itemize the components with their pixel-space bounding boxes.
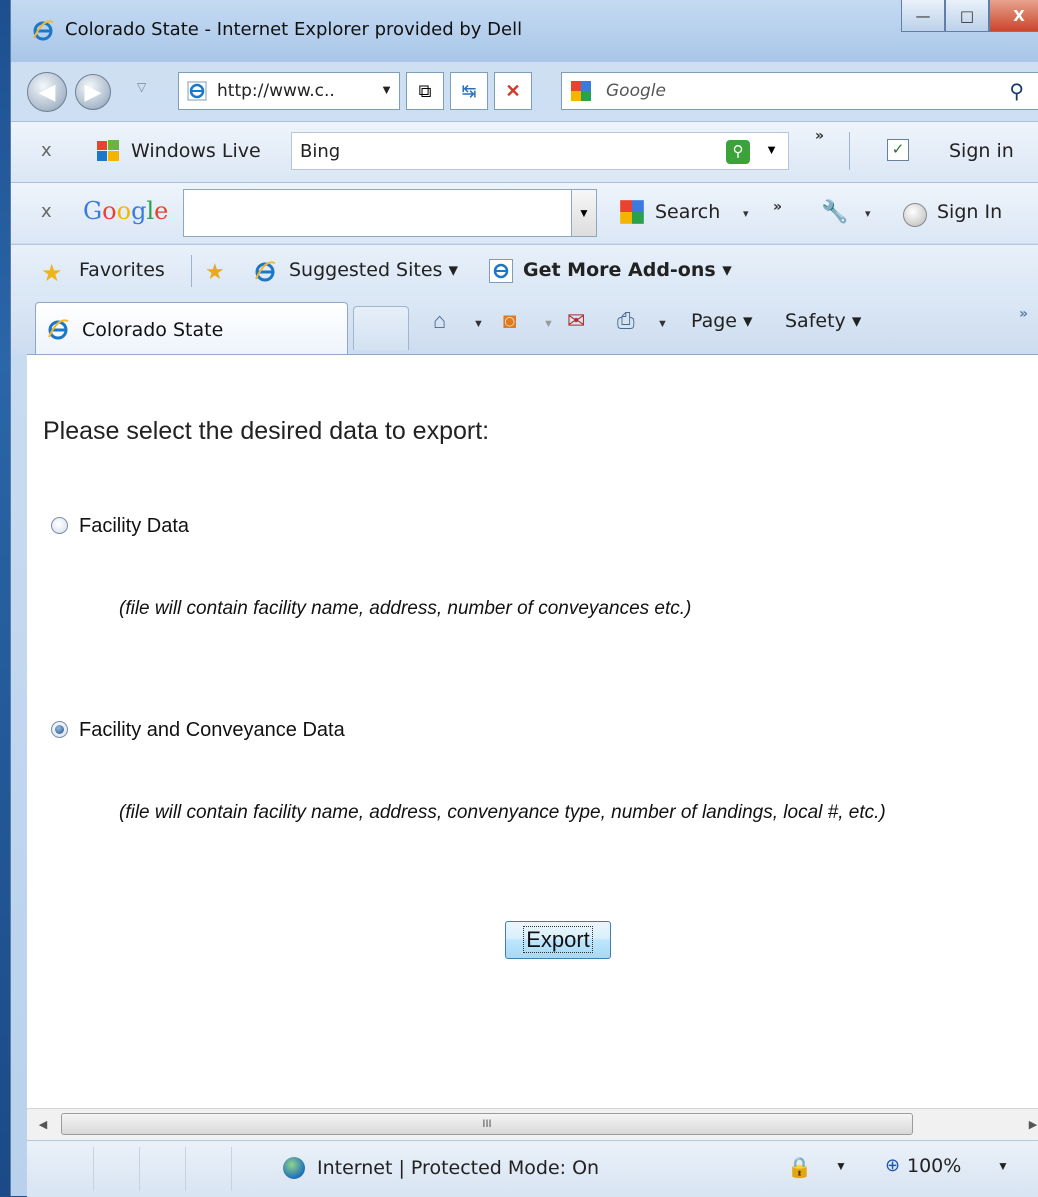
stop-icon[interactable]: ✕ — [494, 72, 532, 110]
protected-mode-icon[interactable]: 🔒 — [787, 1155, 812, 1180]
address-url[interactable]: http://www.c.. — [217, 81, 335, 101]
status-cell — [27, 1147, 94, 1191]
ie-window: Colorado State - Internet Explorer provi… — [10, 0, 1038, 1197]
page-icon — [187, 81, 207, 101]
refresh-icon[interactable]: ↹ — [450, 72, 488, 110]
toolbar-close-button[interactable]: x — [41, 140, 52, 161]
toolbar-separator — [849, 132, 850, 170]
command-overflow-icon[interactable]: » — [1019, 306, 1028, 322]
facility-conveyance-label[interactable]: Facility and Conveyance Data — [79, 719, 345, 742]
bing-search-value[interactable]: Bing — [300, 141, 340, 162]
search-placeholder: Google — [606, 81, 666, 101]
address-dropdown-icon[interactable]: ▼ — [380, 82, 393, 97]
minimize-button[interactable]: — — [901, 0, 945, 32]
google-toolbar-close-button[interactable]: x — [41, 201, 52, 222]
google-search-button[interactable]: Search — [655, 201, 720, 223]
print-dropdown-icon[interactable]: ▼ — [657, 318, 668, 330]
windows-live-sign-in[interactable]: Sign in — [949, 140, 1014, 162]
horizontal-scrollbar[interactable]: ◀ III ▶ — [27, 1108, 1038, 1141]
google-sign-in[interactable]: Sign In — [937, 201, 1002, 223]
tab-bar: Colorado State ⌂ ▼ ◙ ▼ ✉ ⎙ ▼ Page ▾ Safe… — [11, 296, 1038, 354]
status-bar: Internet | Protected Mode: On 🔒 ▼ ⊕ 100%… — [27, 1140, 1038, 1197]
export-button[interactable]: Export — [505, 921, 611, 959]
tab-label: Colorado State — [82, 319, 224, 341]
suggested-sites-link[interactable]: Suggested Sites ▾ — [289, 259, 458, 281]
page-menu[interactable]: Page ▾ — [691, 310, 753, 332]
title-bar: Colorado State - Internet Explorer provi… — [11, 0, 1038, 62]
get-more-addons-link[interactable]: Get More Add-ons ▾ — [523, 259, 732, 281]
google-logo: Google — [83, 197, 169, 225]
zoom-icon[interactable]: ⊕ — [885, 1155, 900, 1176]
favorites-separator — [191, 255, 192, 287]
google-search-icon — [620, 200, 644, 224]
address-bar[interactable]: http://www.c.. ▼ — [178, 72, 400, 110]
favorites-button[interactable]: Favorites — [79, 259, 165, 281]
bing-search-field[interactable]: Bing ⚲ ▼ — [291, 132, 789, 170]
windows-live-logo-icon — [97, 140, 119, 161]
addons-page-icon — [489, 259, 513, 283]
window-title: Colorado State - Internet Explorer provi… — [65, 19, 523, 40]
page-prompt: Please select the desired data to export… — [43, 417, 490, 445]
search-icon[interactable]: ⚲ — [1009, 79, 1024, 104]
forward-button[interactable]: ▶ — [75, 74, 111, 110]
tab-colorado-state[interactable]: Colorado State — [35, 302, 348, 354]
internet-zone-icon — [283, 1157, 305, 1179]
feeds-dropdown-icon[interactable]: ▼ — [543, 318, 554, 330]
print-icon[interactable]: ⎙ — [617, 308, 635, 334]
zoom-level[interactable]: 100% — [907, 1155, 961, 1177]
scroll-left-icon[interactable]: ◀ — [29, 1109, 57, 1141]
bing-dropdown-icon[interactable]: ▼ — [765, 142, 778, 157]
google-account-icon[interactable] — [903, 203, 927, 227]
status-cell — [93, 1147, 140, 1191]
bing-search-icon[interactable]: ⚲ — [726, 140, 750, 164]
search-box[interactable]: Google ⚲ — [561, 72, 1038, 110]
address-row: ◀ ▶ ▽ http://www.c.. ▼ ⧉ ↹ ✕ Google ⚲ — [11, 62, 1038, 120]
scroll-right-icon[interactable]: ▶ — [1019, 1109, 1038, 1141]
home-icon[interactable]: ⌂ — [433, 308, 446, 334]
windows-live-toolbar: x Windows Live Bing ⚲ ▼ » ✓ Sign in — [11, 121, 1038, 182]
protected-mode-dropdown-icon[interactable]: ▼ — [835, 1159, 847, 1173]
ie-logo-icon — [33, 20, 54, 41]
home-dropdown-icon[interactable]: ▼ — [473, 318, 484, 330]
close-button[interactable]: X — [989, 0, 1038, 32]
google-search-dropdown-icon[interactable]: ▼ — [571, 190, 596, 236]
windows-live-label[interactable]: Windows Live — [131, 140, 261, 162]
suggested-sites-icon — [255, 261, 276, 282]
status-cell — [185, 1147, 232, 1191]
safety-menu[interactable]: Safety ▾ — [785, 310, 861, 332]
facility-conveyance-note: (file will contain facility name, addres… — [119, 802, 886, 823]
status-cell — [139, 1147, 186, 1191]
checkbox-icon[interactable]: ✓ — [887, 139, 909, 161]
feeds-icon[interactable]: ◙ — [503, 308, 516, 334]
page-content: Please select the desired data to export… — [27, 354, 1038, 1108]
mail-icon[interactable]: ✉ — [567, 308, 585, 334]
wrench-icon[interactable]: 🔧 — [821, 199, 848, 225]
facility-data-radio[interactable] — [51, 517, 68, 534]
google-search-input[interactable]: ▼ — [183, 189, 597, 237]
zoom-dropdown-icon[interactable]: ▼ — [997, 1159, 1009, 1173]
recent-pages-dropdown-icon[interactable]: ▽ — [137, 80, 146, 94]
maximize-button[interactable]: □ — [945, 0, 989, 32]
google-toolbar: x Google ▼ Search ▾ » 🔧 ▾ Sign In — [11, 182, 1038, 243]
back-button[interactable]: ◀ — [27, 72, 67, 112]
favorites-star-icon[interactable]: ★ — [41, 259, 63, 288]
facility-data-label[interactable]: Facility Data — [79, 515, 189, 538]
add-to-favorites-icon[interactable]: ★ — [205, 259, 225, 285]
new-tab-button[interactable] — [353, 306, 409, 350]
google-icon — [571, 81, 591, 101]
tab-page-icon — [48, 319, 69, 340]
favorites-bar: ★ Favorites ★ Suggested Sites ▾ Get More… — [11, 244, 1038, 297]
security-zone-label[interactable]: Internet | Protected Mode: On — [317, 1157, 599, 1179]
toolbar-overflow-icon[interactable]: » — [815, 128, 824, 144]
facility-data-note: (file will contain facility name, addres… — [119, 598, 692, 619]
facility-conveyance-radio[interactable] — [51, 721, 68, 738]
export-button-label: Export — [523, 926, 593, 953]
wrench-dropdown-icon[interactable]: ▾ — [865, 207, 871, 220]
compatibility-view-icon[interactable]: ⧉ — [406, 72, 444, 110]
google-overflow-icon[interactable]: » — [773, 199, 782, 215]
google-search-dropdown-icon-2[interactable]: ▾ — [743, 207, 749, 220]
scroll-thumb[interactable]: III — [61, 1113, 913, 1135]
